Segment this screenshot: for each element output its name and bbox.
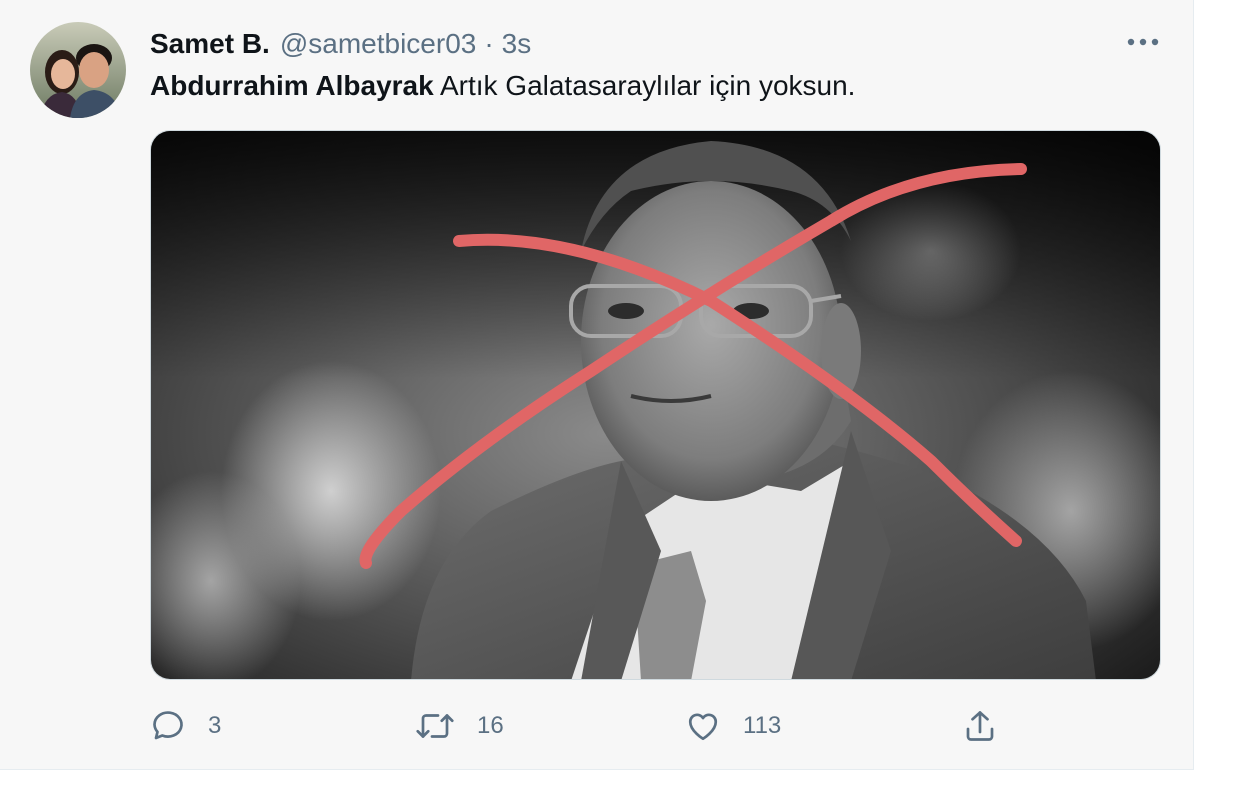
more-horizontal-icon	[1127, 38, 1159, 46]
share-icon	[966, 711, 994, 741]
like-button[interactable]: 113	[685, 700, 781, 752]
tweet-media[interactable]	[150, 130, 1161, 680]
tweet-card[interactable]: Samet B. @sametbicer03 · 3s Abdurrahim A…	[0, 0, 1194, 770]
reply-button[interactable]: 3	[150, 700, 221, 752]
avatar[interactable]	[30, 22, 126, 118]
timestamp[interactable]: 3s	[502, 28, 532, 60]
reply-count: 3	[208, 712, 222, 739]
page: Samet B. @sametbicer03 · 3s Abdurrahim A…	[0, 0, 1246, 792]
user-handle[interactable]: @sametbicer03	[280, 28, 477, 60]
display-name[interactable]: Samet B.	[150, 28, 270, 60]
more-options-button[interactable]	[1125, 28, 1161, 56]
tweet-actions: 3 16 113	[150, 700, 1010, 752]
tweet-header: Samet B. @sametbicer03 · 3s	[150, 24, 531, 64]
mention-link[interactable]: Abdurrahim Albayrak	[150, 70, 434, 101]
retweet-button[interactable]: 16	[415, 700, 504, 752]
avatar-photo	[30, 22, 126, 118]
media-photo	[151, 131, 1160, 679]
retweet-icon	[416, 714, 454, 738]
retweet-count: 16	[477, 712, 504, 739]
tweet-body: Artık Galatasaraylılar için yoksun.	[433, 70, 856, 101]
heart-icon	[688, 713, 718, 741]
separator-dot: ·	[484, 28, 494, 59]
share-button[interactable]	[962, 700, 998, 752]
tweet-text: Abdurrahim Albayrak Artık Galatasaraylıl…	[150, 66, 855, 106]
like-count: 113	[743, 712, 782, 739]
reply-icon	[153, 711, 183, 740]
